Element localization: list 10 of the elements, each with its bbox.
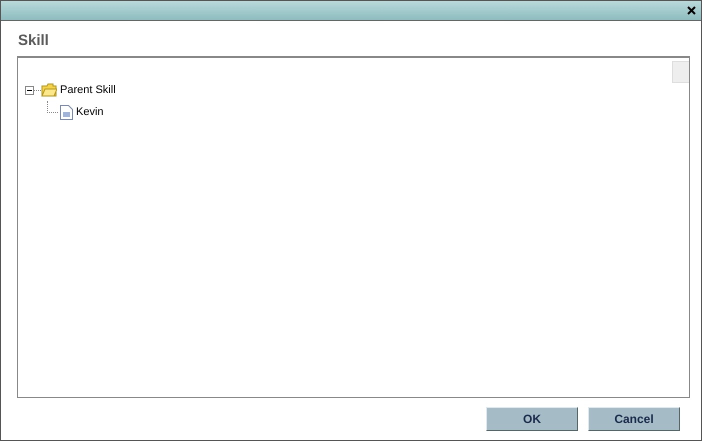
close-icon[interactable]	[687, 6, 696, 15]
folder-icon	[41, 83, 57, 97]
ok-button[interactable]: OK	[486, 407, 578, 431]
document-icon	[60, 104, 73, 120]
dialog-heading: Skill	[18, 32, 49, 50]
cancel-button[interactable]: Cancel	[588, 407, 680, 431]
scrollbar-thumb[interactable]	[672, 61, 689, 83]
collapse-toggle[interactable]	[25, 86, 34, 94]
tree-item[interactable]: Parent Skill	[60, 84, 116, 96]
tree-item[interactable]: Kevin	[76, 106, 104, 118]
